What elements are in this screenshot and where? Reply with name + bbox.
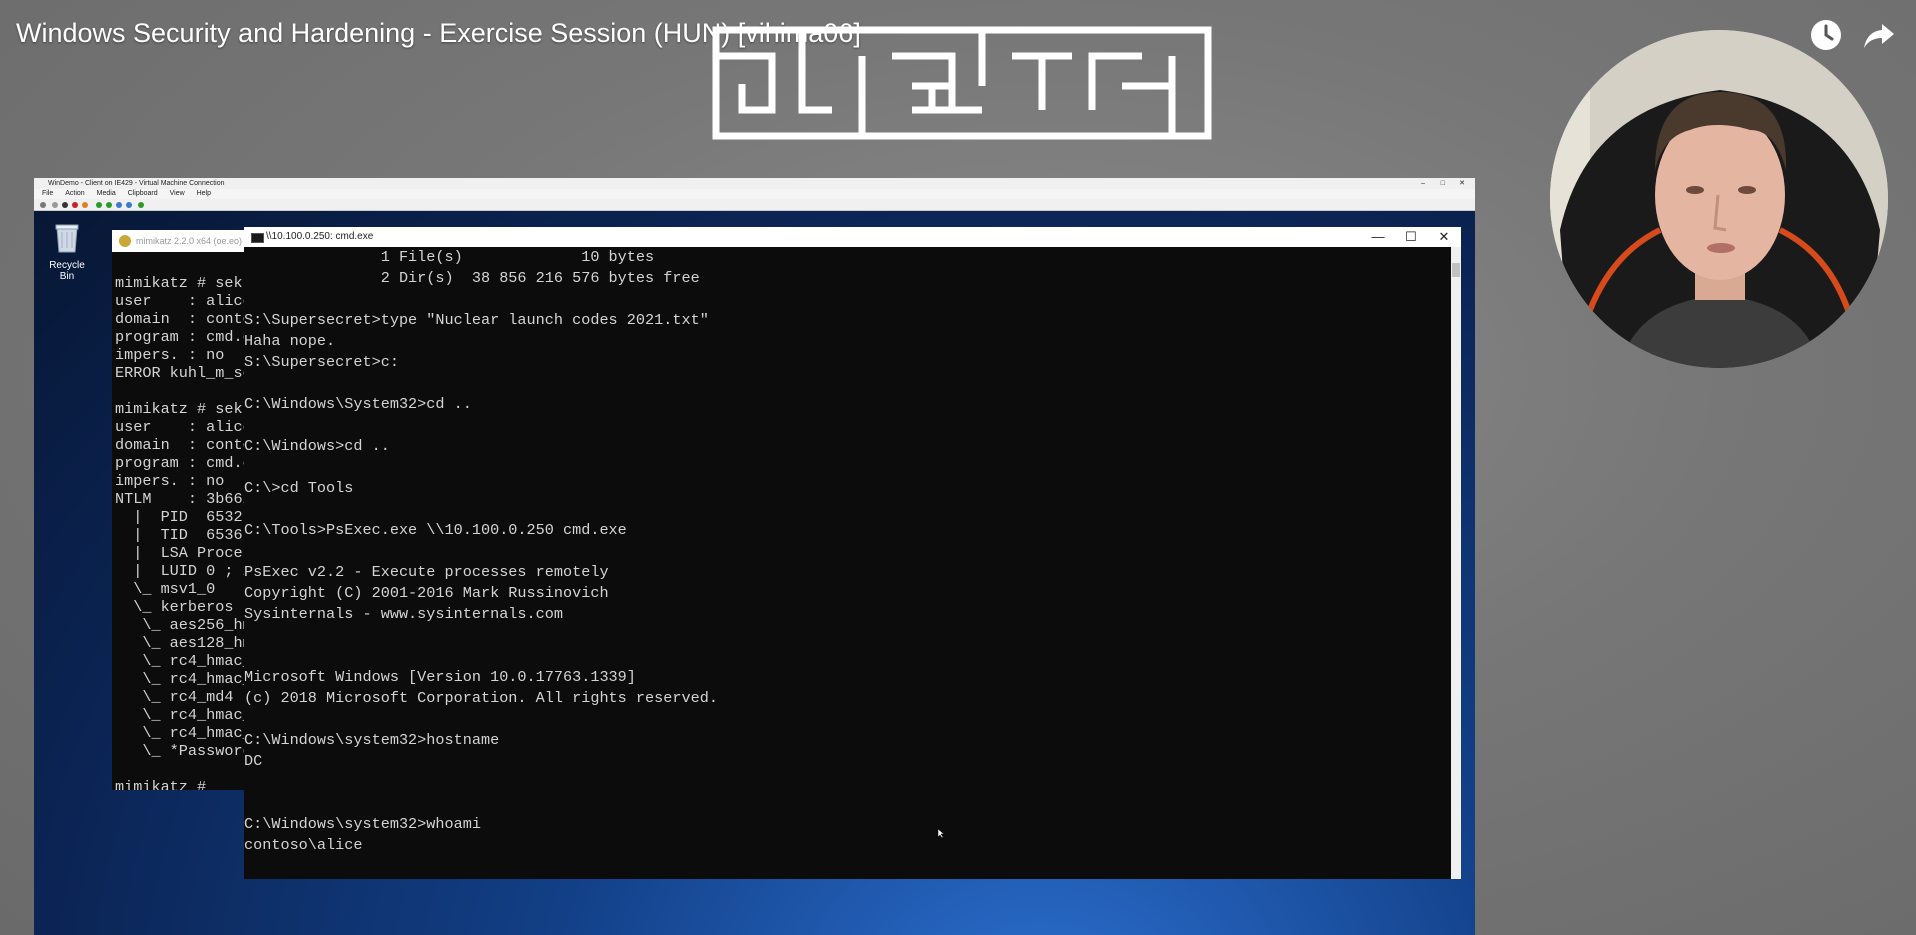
enhanced-session-icon[interactable] — [138, 202, 144, 208]
console-line: S:\Supersecret>c: — [244, 353, 399, 371]
console-line: Sysinternals - www.sysinternals.com — [244, 605, 563, 623]
cmd-close-button[interactable]: ✕ — [1428, 227, 1460, 247]
shutdown-icon[interactable] — [72, 202, 78, 208]
console-line: C:\Windows\system32>whoami — [244, 815, 481, 833]
share-button[interactable] — [1862, 18, 1896, 52]
recycle-bin-label: Recycle Bin — [49, 260, 85, 282]
cmd-titlebar: \\10.100.0.250: cmd.exe — ☐ ✕ — [244, 227, 1461, 247]
cmd-scrollbar[interactable] — [1451, 247, 1461, 879]
share-arrow-icon — [1864, 24, 1894, 48]
console-line: 1 File(s) 10 bytes — [244, 248, 655, 266]
console-line: C:\Windows\System32>cd .. — [244, 395, 472, 413]
vm-window-title: WinDemo - Client on IE429 - Virtual Mach… — [48, 180, 225, 187]
console-line: Microsoft Windows [Version 10.0.17763.13… — [244, 668, 636, 686]
start-icon[interactable] — [52, 202, 58, 208]
console-line: C:\Windows\system32>net user Impostor Lo… — [244, 877, 1451, 879]
mouse-cursor-icon — [938, 829, 944, 838]
console-icon — [251, 233, 264, 243]
revert-icon[interactable] — [126, 202, 132, 208]
recycle-bin-icon — [55, 224, 79, 253]
console-line: C:\>cd Tools — [244, 479, 354, 497]
menu-file[interactable]: File — [42, 190, 53, 197]
menu-view[interactable]: View — [170, 190, 185, 197]
resume-icon[interactable] — [106, 202, 112, 208]
cmd-minimize-button[interactable]: — — [1362, 227, 1394, 247]
console-line: C:\Windows\system32>hostname — [244, 731, 500, 749]
recycle-bin-shortcut[interactable]: Recycle Bin — [42, 222, 92, 282]
cmd-scroll-thumb[interactable] — [1452, 263, 1460, 277]
vm-toolbar — [34, 199, 1475, 211]
console-line: Copyright (C) 2001-2016 Mark Russinovich — [244, 584, 609, 602]
menu-help[interactable]: Help — [197, 190, 211, 197]
console-line: PsExec v2.2 - Execute processes remotely — [244, 563, 609, 581]
console-line: contoso\alice — [244, 836, 363, 854]
turn-off-icon[interactable] — [62, 202, 68, 208]
pause-icon[interactable] — [96, 202, 102, 208]
watch-later-button[interactable] — [1809, 18, 1843, 52]
ctrl-alt-del-icon[interactable] — [40, 202, 46, 208]
presenter-image — [1550, 30, 1888, 368]
cmd-title: \\10.100.0.250: cmd.exe — [266, 231, 374, 242]
vm-minimize-button[interactable]: – — [1421, 178, 1425, 189]
channel-logo — [712, 26, 1212, 140]
console-line: Haha nope. — [244, 332, 336, 350]
cmd-body[interactable]: 1 File(s) 10 bytes 2 Dir(s) 38 856 216 5… — [244, 247, 1451, 879]
console-line: C:\Windows>cd .. — [244, 437, 390, 455]
console-line: C:\Tools>PsExec.exe \\10.100.0.250 cmd.e… — [244, 521, 627, 539]
console-line: 2 Dir(s) 38 856 216 576 bytes free — [244, 269, 700, 287]
cmd-maximize-button[interactable]: ☐ — [1395, 227, 1427, 247]
vm-close-button[interactable]: ✕ — [1459, 178, 1465, 189]
webcam-overlay — [1550, 30, 1888, 368]
menu-clipboard[interactable]: Clipboard — [128, 190, 158, 197]
clock-icon — [1811, 20, 1841, 50]
cmd-window[interactable]: \\10.100.0.250: cmd.exe — ☐ ✕ 1 File(s) … — [244, 227, 1461, 879]
console-line: DC — [244, 752, 263, 770]
console-line: S:\Supersecret>type "Nuclear launch code… — [244, 311, 709, 329]
cmd-output: 1 File(s) 10 bytes 2 Dir(s) 38 856 216 5… — [244, 247, 1451, 879]
menu-media[interactable]: Media — [97, 190, 116, 197]
mimikatz-icon — [119, 235, 131, 247]
menu-action[interactable]: Action — [65, 190, 84, 197]
vm-menubar: File Action Media Clipboard View Help — [34, 189, 1475, 199]
vm-connection-window: WinDemo - Client on IE429 - Virtual Mach… — [34, 178, 1475, 935]
mimikatz-title: mimikatz 2.2.0 x64 (oe.eo) — [136, 236, 243, 246]
checkpoint-icon[interactable] — [116, 202, 122, 208]
save-state-icon[interactable] — [82, 202, 88, 208]
vm-titlebar: WinDemo - Client on IE429 - Virtual Mach… — [34, 178, 1475, 189]
console-line: (c) 2018 Microsoft Corporation. All righ… — [244, 689, 718, 707]
vm-maximize-button[interactable]: □ — [1441, 178, 1445, 189]
